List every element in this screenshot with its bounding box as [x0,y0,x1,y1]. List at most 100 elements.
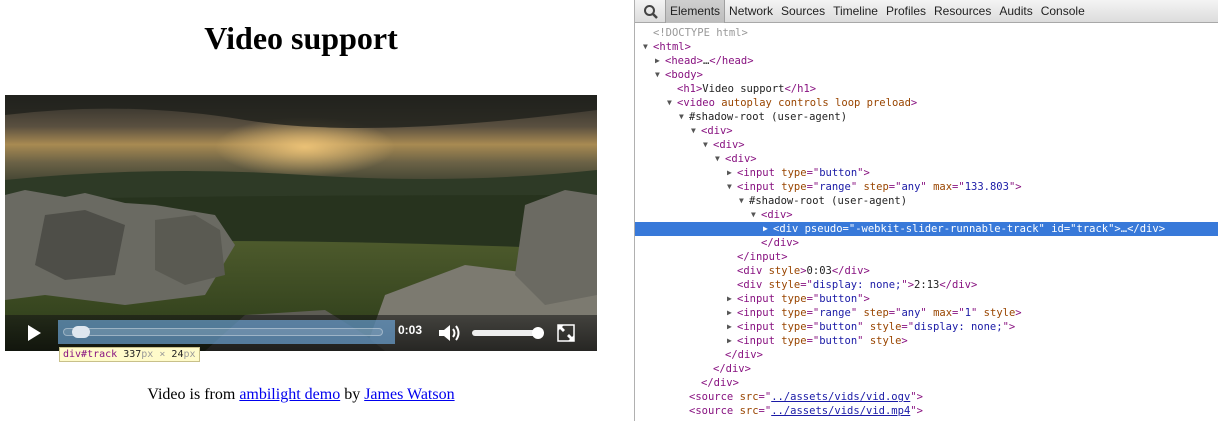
dom-token: " [971,307,984,319]
dom-token: src [739,391,759,403]
volume-thumb[interactable] [532,327,544,339]
dom-token: button [819,321,858,333]
seek-thumb[interactable] [71,326,90,338]
dom-token: button [819,335,858,347]
expand-triangle-icon[interactable]: ▼ [715,152,723,166]
expand-triangle-icon[interactable]: ▼ [643,40,651,54]
dom-node[interactable]: ▼ <input type="range" step="any" max="133… [635,180,1218,194]
element-inspect-tooltip: div#track 337px × 24px [59,347,200,362]
dom-node[interactable]: ▼ #shadow-root (user-agent) [635,110,1218,124]
tab-resources[interactable]: Resources [930,0,995,23]
dom-node-text: <input type="range" step="any" max="1" s… [737,306,1022,320]
tooltip-width: 337 [123,349,142,360]
dom-token[interactable]: ../assets/vids/vid.mp4 [771,405,910,417]
dom-token: style [768,265,801,277]
dom-token: "> [910,391,923,403]
dom-node[interactable]: <div style="display: none;">2:13</div> [635,278,1218,292]
expand-triangle-icon[interactable]: ▼ [655,68,663,82]
collapse-triangle-icon[interactable]: ▶ [727,166,735,180]
tab-elements[interactable]: Elements [665,0,726,23]
play-icon[interactable] [25,324,43,342]
expand-triangle-icon[interactable]: ▼ [703,138,711,152]
dom-node[interactable]: ▼ #shadow-root (user-agent) [635,194,1218,208]
expand-triangle-icon[interactable]: ▼ [751,208,759,222]
dom-token: <div [773,223,805,235]
dom-token: </h1> [784,83,817,95]
dom-token: <body> [665,69,703,81]
seek-track[interactable] [58,320,395,344]
dom-node[interactable]: </input> [635,250,1218,264]
tab-network[interactable]: Network [725,0,777,23]
dom-token: =" [806,293,820,305]
dom-node[interactable]: ▶ <input type="button"> [635,166,1218,180]
collapse-triangle-icon[interactable]: ▶ [655,54,663,68]
page-title: Video support [204,20,398,56]
dom-node[interactable]: </div> [635,236,1218,250]
dom-token: =" [800,279,813,291]
dom-token: display: none; [812,279,902,291]
dom-token: #shadow-root (user-agent) [689,111,848,123]
dom-node[interactable]: <h1>Video support</h1> [635,82,1218,96]
fullscreen-icon[interactable] [557,324,575,342]
dom-node[interactable]: ▶ <input type="button" style="display: no… [635,320,1218,334]
dom-token: =" [806,167,820,179]
dom-node[interactable]: </div> [635,362,1218,376]
tab-timeline[interactable]: Timeline [829,0,882,23]
seek-groove [63,328,383,336]
dom-node[interactable]: ▼ <div> [635,138,1218,152]
dom-node[interactable]: ▼ <div> [635,208,1218,222]
dom-node[interactable]: </div> [635,376,1218,390]
dom-node[interactable]: ▶ <input type="range" step="any" max="1" … [635,306,1218,320]
search-icon[interactable] [643,4,659,20]
tab-audits[interactable]: Audits [995,0,1036,23]
dom-node[interactable]: <!DOCTYPE html> [635,26,1218,40]
dom-token: > [910,97,918,109]
dom-token: " [850,307,864,319]
dom-node[interactable]: ▼ <body> [635,68,1218,82]
tab-sources[interactable]: Sources [777,0,829,23]
dom-node[interactable]: ▼ <video autoplay controls loop preload> [635,96,1218,110]
collapse-triangle-icon[interactable]: ▶ [727,306,735,320]
tooltip-unit: px [183,349,196,360]
dom-token: pseudo [804,223,843,235]
collapse-triangle-icon[interactable]: ▶ [727,292,735,306]
james-watson-link[interactable]: James Watson [364,386,454,403]
dom-token: button [819,167,858,179]
dom-token: style [869,335,902,347]
dom-node[interactable]: ▼ <div> [635,124,1218,138]
dom-node[interactable]: ▶ <input type="button"> [635,292,1218,306]
expand-triangle-icon[interactable]: ▼ [727,180,735,194]
collapse-triangle-icon[interactable]: ▶ [727,334,735,348]
ambilight-demo-link[interactable]: ambilight demo [239,386,340,403]
dom-token: "> [1108,223,1121,235]
expand-triangle-icon[interactable]: ▼ [667,96,675,110]
video-player[interactable]: 0:03 [5,95,597,351]
tab-profiles[interactable]: Profiles [882,0,930,23]
dom-node[interactable]: <div style>0:03</div> [635,264,1218,278]
dom-token: step [863,307,889,319]
dom-token[interactable]: ../assets/vids/vid.ogv [771,391,910,403]
dom-token: > [901,335,908,347]
video-credit: Video is from ambilight demo by James Wa… [0,386,602,404]
expand-triangle-icon[interactable]: ▼ [691,124,699,138]
volume-slider[interactable] [472,327,544,339]
collapse-triangle-icon[interactable]: ▶ [727,320,735,334]
dom-node[interactable]: <source src="../assets/vids/vid.mp4"> [635,404,1218,418]
dom-token: max [933,307,953,319]
dom-node[interactable]: <source src="../assets/vids/vid.ogv"> [635,390,1218,404]
dom-node[interactable]: </div> [635,348,1218,362]
dom-node-text: <input type="button"> [737,166,870,180]
dom-token: button [819,293,858,305]
dom-token: type [781,307,807,319]
volume-icon[interactable] [437,322,461,344]
dom-node[interactable]: ▶ <head>…</head> [635,54,1218,68]
dom-node[interactable]: ▶ <input type="button" style> [635,334,1218,348]
dom-node-selected[interactable]: ▶ <div pseudo="-webkit-slider-runnable-tr… [635,222,1218,236]
expand-triangle-icon[interactable]: ▼ [679,110,687,124]
collapse-triangle-icon[interactable]: ▶ [763,222,771,236]
dom-node[interactable]: ▼ <html> [635,40,1218,54]
expand-triangle-icon[interactable]: ▼ [739,194,747,208]
dom-token: track [1076,223,1109,235]
dom-node[interactable]: ▼ <div> [635,152,1218,166]
tab-console[interactable]: Console [1037,0,1089,23]
